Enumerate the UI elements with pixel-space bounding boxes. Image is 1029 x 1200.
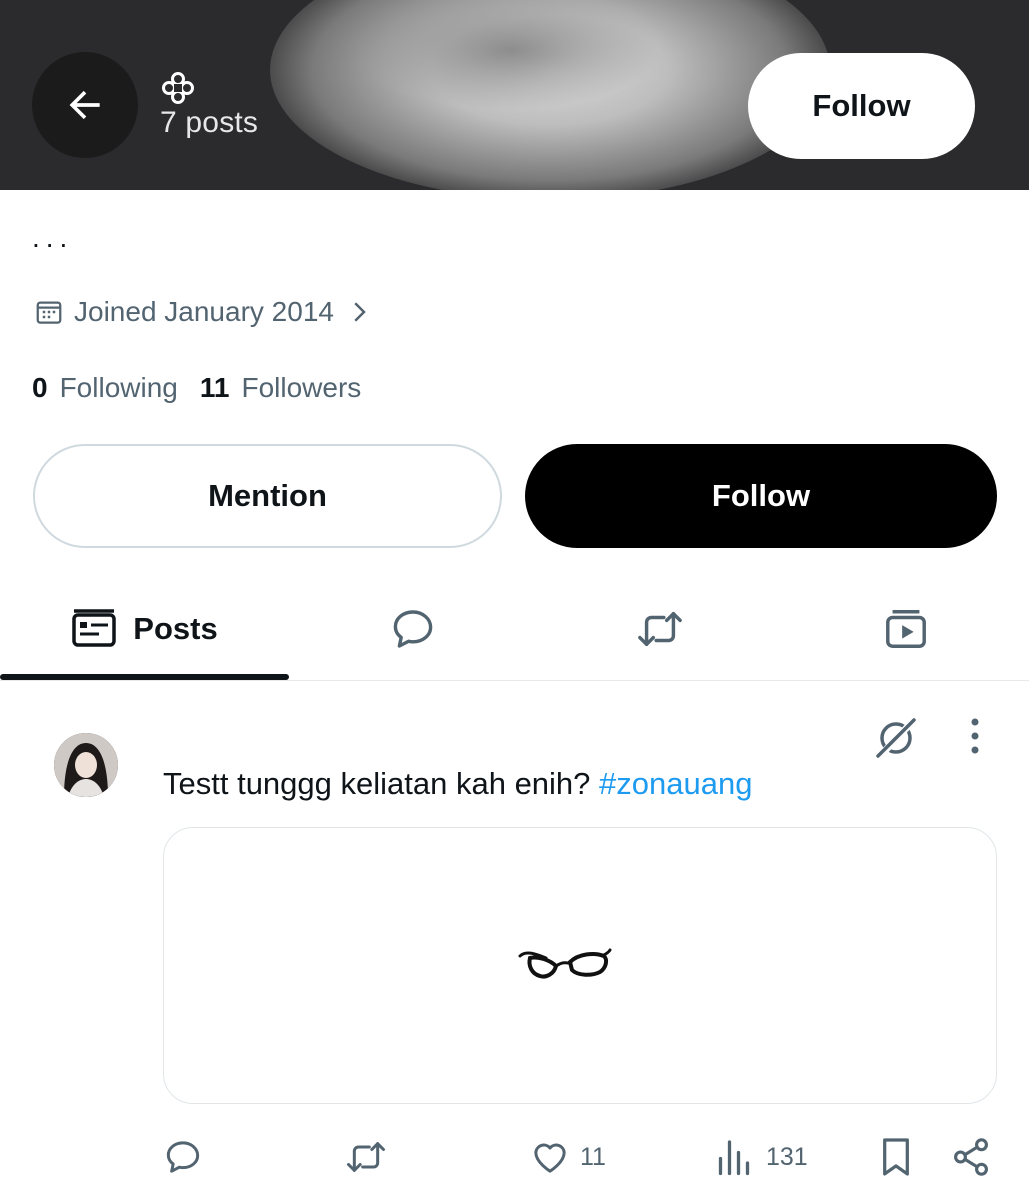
views-bar-chart-icon xyxy=(718,1140,750,1176)
joined-date-row[interactable]: Joined January 2014 xyxy=(34,294,374,330)
share-button[interactable] xyxy=(950,1133,992,1181)
grok-icon[interactable] xyxy=(872,714,920,762)
heart-icon xyxy=(534,1143,566,1173)
arrow-left-icon xyxy=(69,90,100,120)
follow-button[interactable]: Follow xyxy=(525,444,997,548)
reply-button[interactable] xyxy=(163,1133,213,1181)
tab-posts[interactable]: Posts xyxy=(0,580,289,678)
tab-replies[interactable] xyxy=(289,580,536,678)
view-count: 131 xyxy=(766,1142,808,1171)
like-count: 11 xyxy=(580,1142,606,1171)
four-point-star-icon xyxy=(162,72,194,104)
share-icon xyxy=(954,1138,988,1176)
like-button[interactable]: 11 xyxy=(530,1133,606,1181)
reply-icon xyxy=(166,1141,200,1173)
followers-label: Followers xyxy=(241,372,362,403)
tab-selected-indicator xyxy=(0,674,289,680)
chevron-right-icon xyxy=(354,302,366,322)
repost-icon xyxy=(347,1142,385,1172)
calendar-icon xyxy=(36,301,62,324)
tab-posts-label: Posts xyxy=(133,611,218,646)
tweet-body: Testt tunggg keliatan kah enih? xyxy=(163,766,600,801)
followers-stat[interactable]: 11 Followers xyxy=(200,372,383,404)
tab-reposts[interactable] xyxy=(536,580,783,678)
profile-bio: ... xyxy=(32,222,74,253)
media-video-icon xyxy=(886,610,926,648)
more-options-icon[interactable] xyxy=(962,716,988,760)
mention-button[interactable]: Mention xyxy=(33,444,502,548)
posts-icon xyxy=(72,609,117,647)
posts-count: 7 posts xyxy=(160,106,259,139)
repost-icon xyxy=(637,611,682,647)
repost-button[interactable] xyxy=(343,1133,399,1181)
views-button[interactable]: 131 xyxy=(716,1133,808,1181)
joined-date-text: Joined January 2014 xyxy=(74,296,334,327)
tweet-media[interactable] xyxy=(163,827,997,1104)
followers-count: 11 xyxy=(199,372,230,403)
following-label: Following xyxy=(59,372,178,403)
profile-tabs: Posts xyxy=(0,580,1029,681)
avatar-photo xyxy=(54,733,118,797)
header-follow-button[interactable]: Follow xyxy=(748,53,975,159)
glasses-image xyxy=(518,948,612,979)
tweet-text: Testt tunggg keliatan kah enih? #zonauan… xyxy=(163,766,752,802)
tab-media[interactable] xyxy=(783,580,1029,678)
bookmark-icon xyxy=(883,1138,909,1176)
follow-stats: 0 Following 11 Followers xyxy=(32,372,383,404)
back-button[interactable] xyxy=(32,52,138,158)
following-stat[interactable]: 0 Following xyxy=(32,372,200,404)
following-count: 0 xyxy=(32,372,48,403)
hashtag-link[interactable]: #zonauang xyxy=(599,766,752,801)
avatar[interactable] xyxy=(54,733,118,797)
replies-bubble-icon xyxy=(393,610,432,648)
bookmark-button[interactable] xyxy=(878,1133,914,1181)
